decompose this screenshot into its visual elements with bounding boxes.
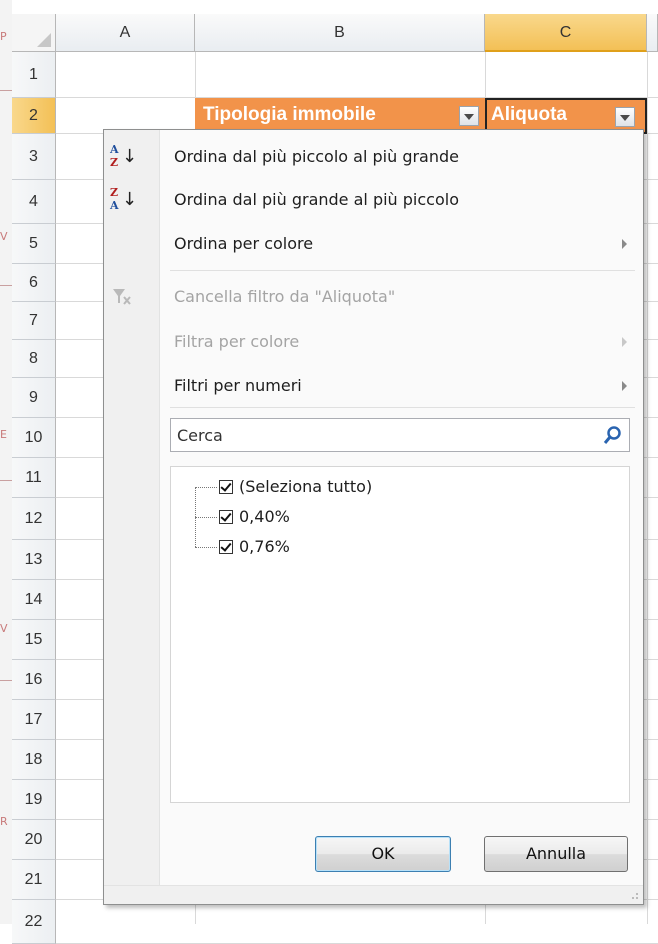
select-all-corner[interactable]: [12, 14, 56, 52]
search-placeholder: Cerca: [177, 426, 223, 445]
strip-letter: R: [0, 815, 8, 828]
row-header-2[interactable]: 2: [12, 98, 56, 134]
row-header-6[interactable]: 6: [12, 264, 56, 302]
cell-c2-text: Aliquota: [491, 104, 567, 125]
checkbox[interactable]: [219, 510, 233, 524]
row-header-13[interactable]: 13: [12, 540, 56, 580]
sort-icon-letter: A: [110, 199, 119, 212]
row-header-22[interactable]: 22: [12, 900, 56, 944]
toolbar-edge: [12, 0, 658, 15]
row-header-3[interactable]: 3: [12, 134, 56, 180]
grid-row: [56, 52, 658, 98]
column-header-d[interactable]: [647, 14, 658, 52]
row-header-1[interactable]: 1: [12, 52, 56, 98]
row-header-16[interactable]: 16: [12, 660, 56, 700]
column-header-c[interactable]: C: [485, 14, 647, 52]
menu-icon-column: [104, 130, 160, 904]
down-arrow-icon: ↓: [122, 189, 138, 210]
row-header-10[interactable]: 10: [12, 418, 56, 458]
menu-item-sort-ascending[interactable]: Ordina dal più piccolo al più grande: [174, 147, 459, 166]
sort-ascending-icon: A Z ↓: [110, 143, 138, 172]
row-header-21[interactable]: 21: [12, 860, 56, 900]
resize-grip-icon[interactable]: [627, 888, 639, 900]
filter-dropdown-button-c[interactable]: [615, 107, 635, 127]
tree-line: [195, 547, 217, 548]
menu-separator: [170, 407, 635, 408]
submenu-arrow-icon: [622, 239, 627, 249]
row-header-19[interactable]: 19: [12, 780, 56, 820]
sort-icon-letter: A: [110, 143, 119, 156]
strip-letter: E: [0, 428, 7, 441]
list-item-select-all[interactable]: (Seleziona tutto): [239, 477, 372, 496]
row-header-7[interactable]: 7: [12, 302, 56, 340]
cancel-button[interactable]: Annulla: [484, 836, 628, 872]
select-all-triangle-icon: [37, 33, 51, 47]
row-header-9[interactable]: 9: [12, 378, 56, 418]
row-header-18[interactable]: 18: [12, 740, 56, 780]
sort-icon-letter: Z: [110, 186, 119, 199]
sort-icon-letter: Z: [110, 156, 119, 169]
row-header-4[interactable]: 4: [12, 180, 56, 224]
strip-divider: [0, 680, 12, 681]
autofilter-menu: A Z ↓ Ordina dal più piccolo al più gran…: [103, 129, 644, 905]
strip-divider: [0, 285, 12, 286]
chevron-down-icon: [620, 115, 630, 121]
list-item-value[interactable]: 0,40%: [239, 507, 290, 526]
tree-line: [195, 517, 217, 518]
strip-divider: [0, 480, 12, 481]
checkbox[interactable]: [219, 480, 233, 494]
row-header-17[interactable]: 17: [12, 700, 56, 740]
list-item-value[interactable]: 0,76%: [239, 537, 290, 556]
search-icon[interactable]: [603, 425, 623, 445]
strip-letter: V: [0, 622, 8, 635]
column-header-a[interactable]: A: [56, 14, 195, 52]
menu-separator: [170, 270, 635, 271]
menu-item-sort-by-color[interactable]: Ordina per colore: [174, 234, 313, 253]
submenu-arrow-icon: [622, 337, 627, 347]
strip-divider: [0, 90, 12, 91]
menu-item-clear-filter[interactable]: Cancella filtro da "Aliquota": [174, 287, 395, 306]
column-header-b[interactable]: B: [195, 14, 485, 52]
strip-letter: V: [0, 230, 8, 243]
down-arrow-icon: ↓: [122, 146, 138, 167]
checkbox[interactable]: [219, 540, 233, 554]
filter-dropdown-button-b[interactable]: [459, 106, 479, 126]
row-header-14[interactable]: 14: [12, 580, 56, 620]
cell-b2-text: Tipologia immobile: [203, 104, 376, 125]
row-header-5[interactable]: 5: [12, 224, 56, 264]
row-header-11[interactable]: 11: [12, 458, 56, 498]
row-header-8[interactable]: 8: [12, 340, 56, 378]
menu-item-filter-by-color[interactable]: Filtra per colore: [174, 332, 299, 351]
tree-line: [195, 487, 217, 488]
submenu-arrow-icon: [622, 381, 627, 391]
row-header-20[interactable]: 20: [12, 820, 56, 860]
strip-letter: P: [0, 30, 7, 43]
resize-bar: [104, 885, 643, 904]
search-input[interactable]: Cerca: [170, 418, 630, 452]
grid-row: [56, 900, 658, 944]
sort-descending-icon: Z A ↓: [110, 186, 138, 215]
row-header-12[interactable]: 12: [12, 498, 56, 540]
menu-item-sort-descending[interactable]: Ordina dal più grande al più piccolo: [174, 190, 459, 209]
row-header-15[interactable]: 15: [12, 620, 56, 660]
filter-values-list[interactable]: (Seleziona tutto) 0,40% 0,76%: [170, 466, 630, 803]
clear-filter-icon: [113, 289, 131, 305]
chevron-down-icon: [464, 114, 474, 120]
ok-button[interactable]: OK: [315, 836, 451, 872]
menu-item-number-filters[interactable]: Filtri per numeri: [174, 376, 302, 395]
